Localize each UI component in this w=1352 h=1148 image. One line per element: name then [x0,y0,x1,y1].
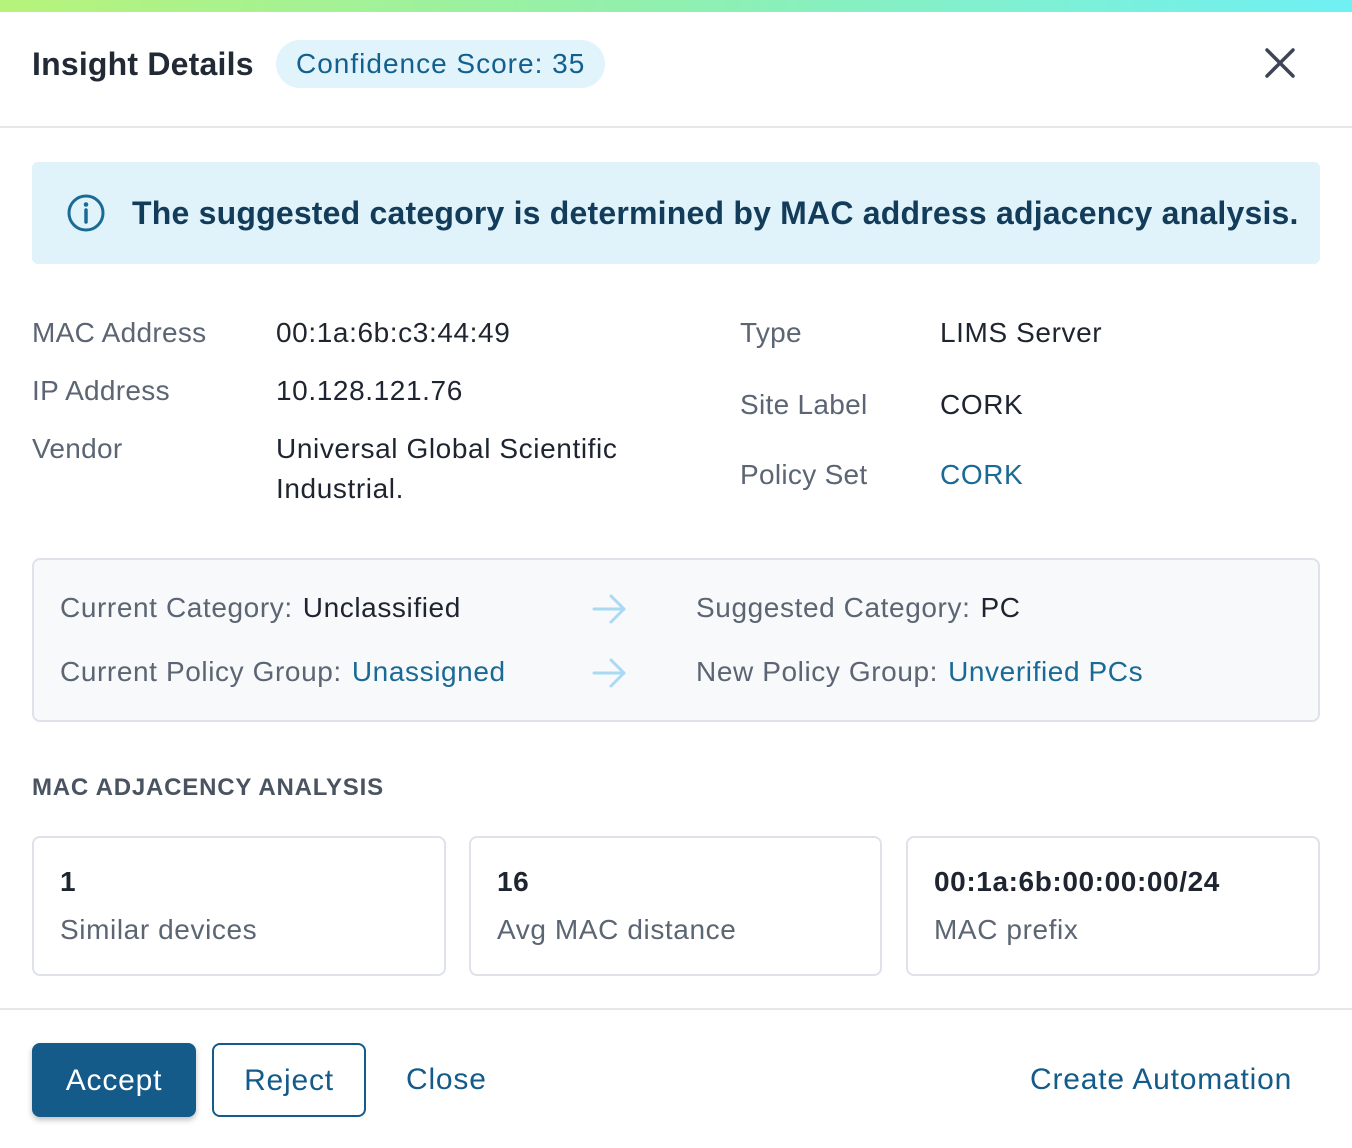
suggested-category-label: Suggested Category: [696,592,971,623]
arrow-right-icon [591,656,629,690]
vendor-value-line1: Universal Global Scientific [276,433,618,464]
info-banner-text: The suggested category is determined by … [132,195,1299,231]
site-label-label: Site Label [740,389,868,420]
info-icon [66,193,106,233]
new-policy-link[interactable]: Unverified PCs [948,656,1143,687]
similar-devices-label: Similar devices [60,914,258,945]
confidence-score-badge: Confidence Score: 35 [276,40,606,88]
current-category-row: Current Category: Unclassified [60,588,461,628]
dialog-header: Insight Details Confidence Score: 35 [0,12,1352,128]
gradient-top-bar [0,0,1352,12]
avg-mac-distance-card: 16 Avg MAC distance [469,836,882,976]
info-banner: The suggested category is determined by … [32,162,1320,264]
new-policy-label: New Policy Group: [696,656,939,687]
reject-button[interactable]: Reject [212,1043,366,1117]
policy-set-label: Policy Set [740,459,868,490]
category-change-panel: Current Category: Unclassified Suggested … [32,558,1320,722]
accept-button[interactable]: Accept [32,1043,196,1117]
mac-prefix-value: 00:1a:6b:00:00:00/24 [934,866,1220,897]
avg-mac-distance-value: 16 [497,866,530,897]
insight-details-dialog: Insight Details Confidence Score: 35 The… [0,0,1352,1148]
mac-prefix-label: MAC prefix [934,914,1079,945]
suggested-category-row: Suggested Category: PC [696,588,1021,628]
type-label: Type [740,317,802,348]
current-policy-row: Current Policy Group: Unassigned [60,652,506,692]
ip-address-value: 10.128.121.76 [276,375,463,406]
close-icon[interactable] [1254,42,1306,86]
create-automation-button[interactable]: Create Automation [1030,1043,1292,1117]
mac-address-value: 00:1a:6b:c3:44:49 [276,317,511,348]
vendor-label: Vendor [32,433,123,464]
arrow-right-icon [591,592,629,626]
similar-devices-value: 1 [60,866,77,897]
avg-mac-distance-label: Avg MAC distance [497,914,737,945]
dialog-footer: Accept Reject Close Create Automation [0,1008,1352,1148]
suggested-category-value: PC [980,592,1021,623]
site-label-value: CORK [940,389,1024,420]
ip-address-label: IP Address [32,375,170,406]
policy-set-link[interactable]: CORK [940,455,1023,495]
vendor-value-line2: Industrial. [276,473,404,504]
new-policy-row: New Policy Group: Unverified PCs [696,652,1143,692]
mac-prefix-card: 00:1a:6b:00:00:00/24 MAC prefix [906,836,1320,976]
adjacency-section-title: MAC ADJACENCY ANALYSIS [32,774,384,801]
current-policy-label: Current Policy Group: [60,656,342,687]
close-button[interactable]: Close [406,1043,487,1117]
type-value: LIMS Server [940,317,1103,348]
mac-address-label: MAC Address [32,317,207,348]
current-policy-link[interactable]: Unassigned [352,656,506,687]
dialog-title: Insight Details [32,46,254,82]
current-category-value: Unclassified [302,592,461,623]
similar-devices-card: 1 Similar devices [32,836,446,976]
current-category-label: Current Category: [60,592,293,623]
